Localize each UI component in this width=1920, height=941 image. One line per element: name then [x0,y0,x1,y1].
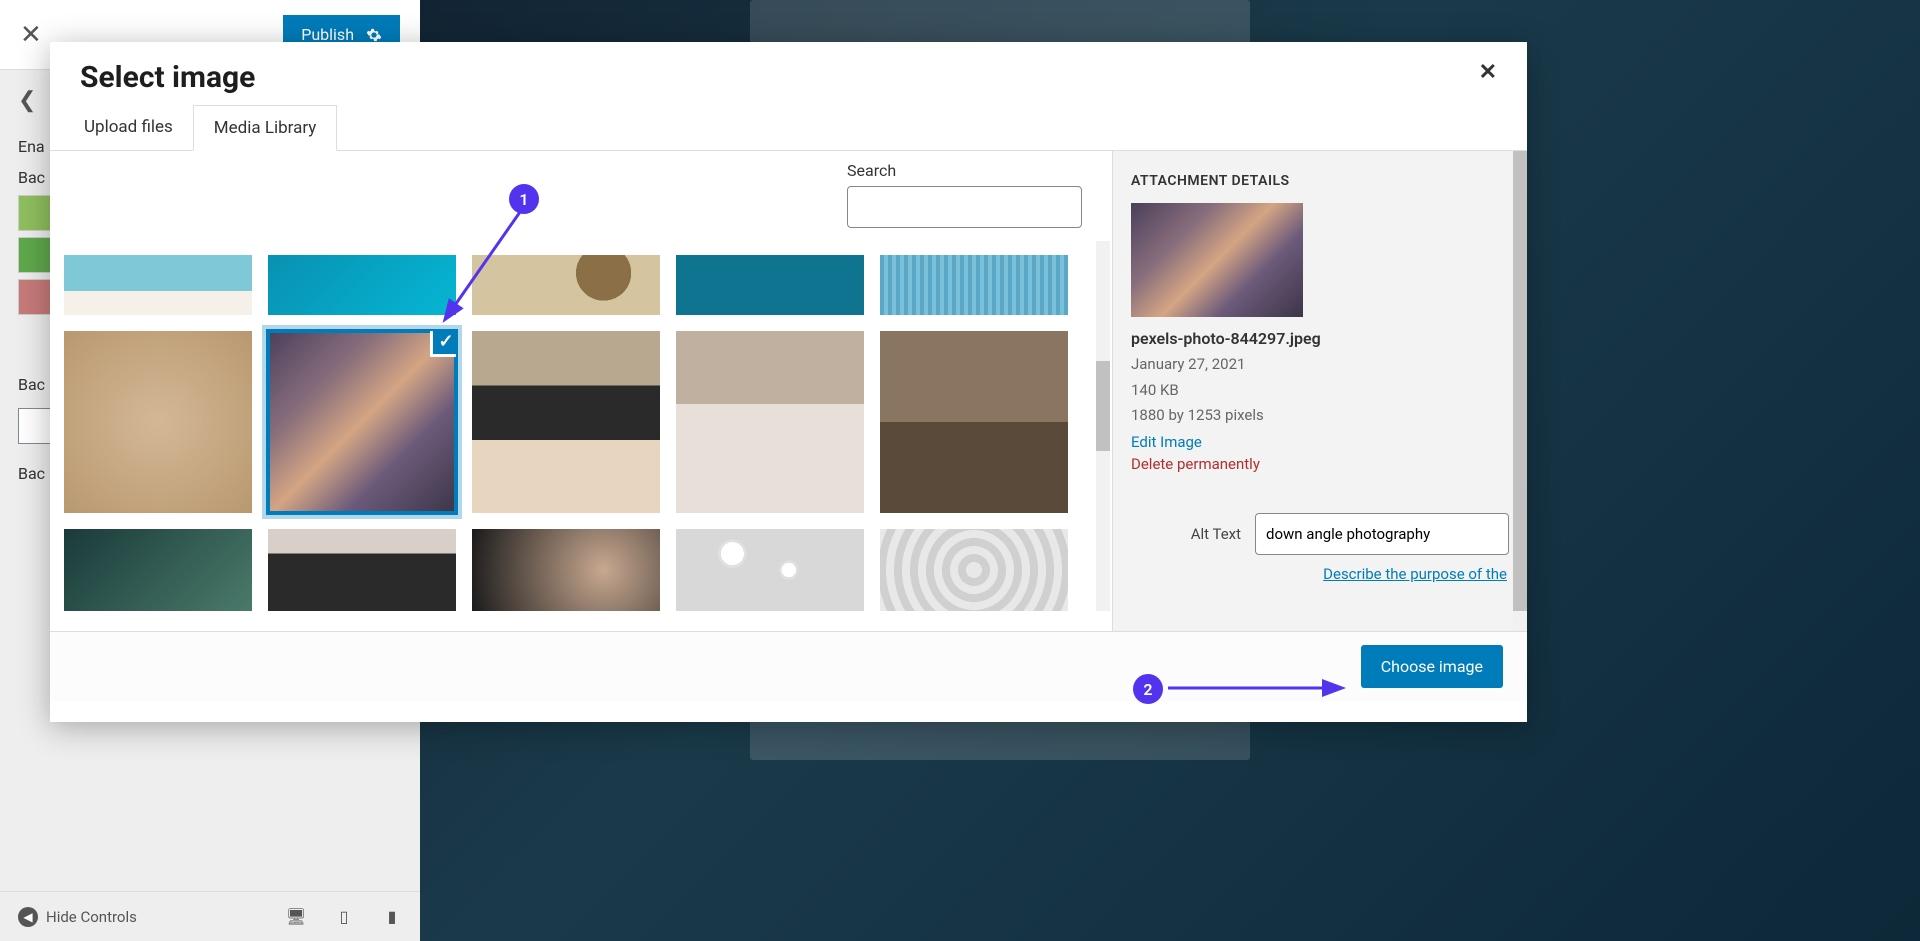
modal-header: Select image ✕ [50,42,1527,105]
modal-body: Search ✓ [50,151,1527,631]
mobile-icon[interactable]: ▮ [382,907,402,927]
media-thumb[interactable] [676,255,864,315]
media-thumb[interactable] [64,331,252,513]
hide-controls-button[interactable]: ◀ Hide Controls [18,907,137,927]
media-thumb[interactable] [268,255,456,315]
alt-text-label: Alt Text [1131,525,1241,543]
describe-purpose-link[interactable]: Describe the purpose of the [1131,565,1507,583]
modal-title: Select image [80,60,255,95]
media-thumb[interactable] [64,255,252,315]
details-heading: ATTACHMENT DETAILS [1131,173,1509,189]
grid-scrollbar[interactable] [1096,241,1110,611]
media-thumb[interactable] [64,529,252,611]
modal-footer: Choose image [50,631,1527,701]
media-thumb[interactable] [676,331,864,513]
media-thumb[interactable] [880,529,1068,611]
media-thumb[interactable] [676,529,864,611]
alt-text-input[interactable] [1255,513,1509,555]
alt-text-row: Alt Text [1131,513,1509,555]
preset-thumb[interactable] [18,237,54,273]
media-thumb[interactable] [880,255,1068,315]
annotation-badge: 1 [509,184,539,214]
sidebar-scrollbar[interactable] [1513,151,1527,631]
scrollbar-thumb[interactable] [1513,151,1527,611]
media-thumb[interactable] [472,255,660,315]
hide-controls-label: Hide Controls [46,908,137,926]
tab-media-library[interactable]: Media Library [193,105,338,151]
collapse-icon: ◀ [18,907,38,927]
device-preview-toggles: 🖥 ▯ ▮ [286,907,402,927]
attachment-size: 140 KB [1131,378,1509,404]
media-grid: ✓ [64,255,1098,611]
scrollbar-thumb[interactable] [1096,361,1110,451]
customizer-footer: ◀ Hide Controls 🖥 ▯ ▮ [0,891,420,941]
close-icon[interactable]: ✕ [1479,60,1497,85]
modal-tabs: Upload files Media Library [50,105,1527,151]
attachment-date: January 27, 2021 [1131,352,1509,378]
back-arrow-icon[interactable]: ❮ [18,88,36,113]
search-label: Search [847,161,1082,180]
media-grid-area: Search ✓ [50,151,1112,631]
search-wrap: Search [847,161,1082,228]
tab-upload-files[interactable]: Upload files [64,105,193,150]
media-thumb[interactable] [472,529,660,611]
annotation-badge: 2 [1133,674,1163,704]
media-thumb[interactable] [268,529,456,611]
check-icon: ✓ [430,331,456,357]
preset-thumb[interactable] [18,279,54,315]
close-customizer-button[interactable]: ✕ [20,20,42,50]
attachment-preview [1131,203,1303,317]
media-thumb[interactable] [472,331,660,513]
attachment-dimensions: 1880 by 1253 pixels [1131,403,1509,429]
annotation-step-2: 2 [1133,674,1163,704]
delete-permanently-link[interactable]: Delete permanently [1131,455,1509,473]
search-input[interactable] [847,186,1082,228]
media-thumb[interactable] [880,331,1068,513]
preset-thumb[interactable] [18,195,54,231]
desktop-icon[interactable]: 🖥 [286,907,306,927]
choose-image-button[interactable]: Choose image [1361,645,1503,688]
annotation-step-1: 1 [509,184,539,214]
gear-icon [366,27,382,43]
tablet-icon[interactable]: ▯ [334,907,354,927]
media-modal: Select image ✕ Upload files Media Librar… [50,42,1527,722]
edit-image-link[interactable]: Edit Image [1131,433,1509,451]
attachment-filename: pexels-photo-844297.jpeg [1131,329,1509,348]
media-thumb-selected[interactable]: ✓ [268,331,456,513]
attachment-details-sidebar: ATTACHMENT DETAILS pexels-photo-844297.j… [1112,151,1527,631]
